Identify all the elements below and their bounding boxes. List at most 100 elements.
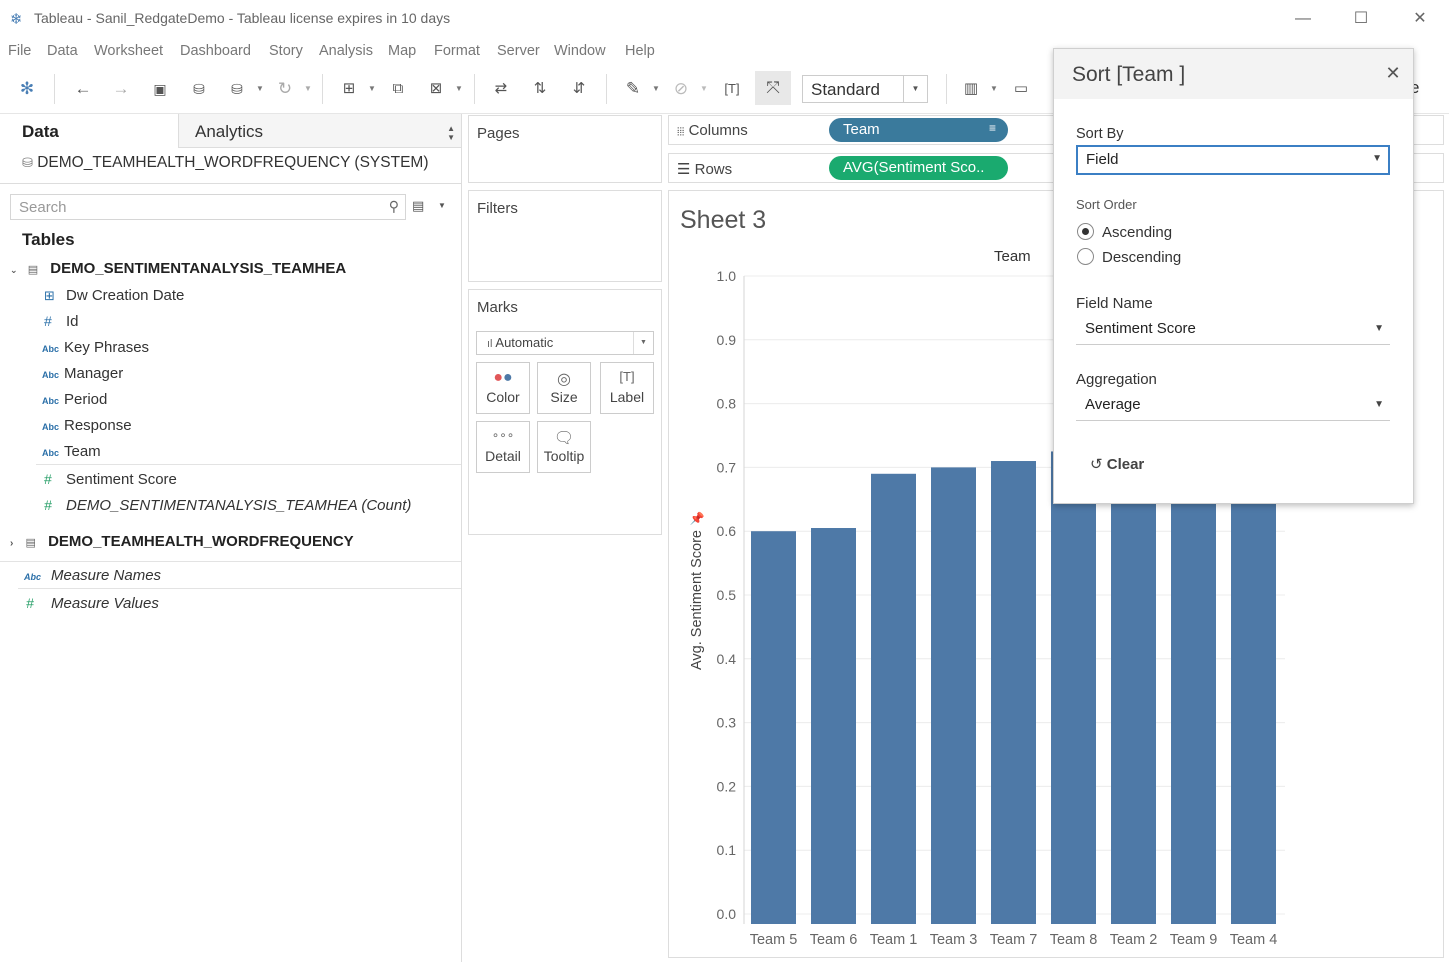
duplicate-sheet-icon[interactable]: ⧉: [385, 76, 411, 102]
save-icon[interactable]: ▣: [147, 76, 173, 102]
field-item[interactable]: Abc Period: [42, 391, 107, 408]
field-item[interactable]: ⊞ Dw Creation Date: [44, 287, 184, 304]
tableau-home-icon[interactable]: ✻: [14, 76, 40, 102]
chevron-down-icon[interactable]: ▼: [256, 76, 264, 102]
bar[interactable]: [1171, 435, 1216, 925]
chevron-down-icon[interactable]: ▼: [455, 76, 463, 102]
group-members-icon[interactable]: ⊘: [668, 76, 694, 102]
rows-icon: ☰: [677, 161, 691, 178]
field-name-select[interactable]: Sentiment Score ▼: [1076, 315, 1390, 345]
descending-label[interactable]: Descending: [1102, 249, 1181, 266]
presentation-mode-icon[interactable]: ▭: [1008, 76, 1034, 102]
label-button[interactable]: [T] Label: [600, 362, 654, 414]
menu-window[interactable]: Window: [554, 43, 606, 59]
x-tick-label[interactable]: Team 8: [1050, 932, 1098, 948]
new-worksheet-icon[interactable]: ⊞: [336, 76, 362, 102]
ascending-radio[interactable]: [1077, 223, 1094, 240]
bar[interactable]: [991, 461, 1036, 924]
search-input[interactable]: Search ⚲: [10, 194, 406, 220]
field-item[interactable]: # Sentiment Score: [44, 471, 177, 488]
bar[interactable]: [931, 467, 976, 924]
menu-map[interactable]: Map: [388, 43, 416, 59]
redo-icon[interactable]: →: [108, 76, 134, 102]
menu-file[interactable]: File: [8, 43, 31, 59]
menu-help[interactable]: Help: [625, 43, 655, 59]
field-item[interactable]: Abc Response: [42, 417, 132, 434]
datasource-item[interactable]: ⛁ DEMO_TEAMHEALTH_WORDFREQUENCY (SYSTEM): [22, 154, 429, 172]
chevron-down-icon[interactable]: ▼: [652, 76, 660, 102]
menu-data[interactable]: Data: [47, 43, 78, 59]
close-window-button[interactable]: ✕: [1405, 6, 1435, 32]
ascending-label[interactable]: Ascending: [1102, 224, 1172, 241]
menu-story[interactable]: Story: [269, 43, 303, 59]
menu-analysis[interactable]: Analysis: [319, 43, 373, 59]
toolbar-separator: [946, 74, 947, 104]
string-icon: Abc: [42, 422, 60, 432]
show-cards-icon[interactable]: ▥: [958, 76, 984, 102]
minimize-button[interactable]: —: [1288, 6, 1318, 32]
fix-axes-icon[interactable]: ⤧: [755, 71, 791, 105]
menu-dashboard[interactable]: Dashboard: [180, 43, 251, 59]
undo-icon[interactable]: ←: [70, 76, 96, 102]
field-item[interactable]: # DEMO_SENTIMENTANALYSIS_TEAMHEA (Count): [44, 497, 411, 514]
menu-server[interactable]: Server: [497, 43, 540, 59]
maximize-button[interactable]: ☐: [1346, 6, 1376, 32]
chevron-down-icon[interactable]: ▼: [368, 76, 376, 102]
x-tick-label[interactable]: Team 1: [870, 932, 918, 948]
x-tick-label[interactable]: Team 6: [810, 932, 858, 948]
table-item[interactable]: ⌄ ▤ DEMO_SENTIMENTANALYSIS_TEAMHEA: [10, 260, 346, 277]
chevron-down-icon[interactable]: ▼: [700, 76, 708, 102]
pause-updates-icon[interactable]: ⛁: [224, 76, 250, 102]
mark-type-select[interactable]: ıl Automatic ▼: [476, 331, 654, 355]
clear-button[interactable]: ↺ Clear: [1090, 455, 1144, 473]
sort-by-select[interactable]: Field ▼: [1076, 145, 1390, 175]
tab-data[interactable]: Data: [0, 114, 178, 148]
show-mark-labels-icon[interactable]: [T]: [719, 76, 745, 102]
clear-sheet-icon[interactable]: ⊠: [423, 76, 449, 102]
field-item[interactable]: # Id: [44, 313, 79, 330]
highlight-icon[interactable]: ✎: [620, 76, 646, 102]
bar[interactable]: [871, 473, 916, 924]
bar[interactable]: [751, 531, 796, 924]
table-item[interactable]: › ▤ DEMO_TEAMHEALTH_WORDFREQUENCY: [10, 533, 354, 550]
field-item[interactable]: Abc Manager: [42, 365, 123, 382]
field-item[interactable]: Abc Measure Names: [24, 567, 161, 584]
x-tick-label[interactable]: Team 4: [1230, 932, 1278, 948]
refresh-icon[interactable]: ↻: [272, 76, 298, 102]
x-tick-label[interactable]: Team 3: [930, 932, 978, 948]
descending-radio[interactable]: [1077, 248, 1094, 265]
chevron-down-icon[interactable]: ▼: [990, 76, 998, 102]
close-icon[interactable]: ✕: [1383, 63, 1403, 84]
tab-analytics[interactable]: Analytics ▲ ▼: [178, 114, 461, 148]
x-tick-label[interactable]: Team 2: [1110, 932, 1158, 948]
sort-descending-icon[interactable]: ⇵: [566, 76, 592, 102]
view-list-icon[interactable]: ▤: [412, 198, 424, 214]
team-pill[interactable]: Team ≡: [829, 118, 1008, 142]
y-tick-label: 0.8: [717, 396, 737, 412]
field-item[interactable]: Abc Key Phrases: [42, 339, 149, 356]
tooltip-button[interactable]: 🗨 Tooltip: [537, 421, 591, 473]
bar[interactable]: [1111, 441, 1156, 924]
x-tick-label[interactable]: Team 9: [1170, 932, 1218, 948]
x-tick-label[interactable]: Team 5: [750, 932, 798, 948]
sentiment-pill[interactable]: AVG(Sentiment Sco..: [829, 156, 1008, 180]
sort-ascending-icon[interactable]: ⇅: [527, 76, 553, 102]
chevron-down-icon[interactable]: ▼: [304, 76, 312, 102]
aggregation-select[interactable]: Average ▼: [1076, 391, 1390, 421]
menu-format[interactable]: Format: [434, 43, 480, 59]
new-datasource-icon[interactable]: ⛁: [186, 76, 212, 102]
size-button[interactable]: ◎ Size: [537, 362, 591, 414]
bar[interactable]: [1051, 451, 1096, 924]
menu-worksheet[interactable]: Worksheet: [94, 43, 163, 59]
color-button[interactable]: ●● Color: [476, 362, 530, 414]
fit-select[interactable]: Standard ▼: [802, 75, 928, 103]
chevron-down-icon[interactable]: ▼: [438, 201, 446, 210]
pages-card[interactable]: Pages: [468, 115, 662, 183]
detail-button[interactable]: ∘∘∘ Detail: [476, 421, 530, 473]
field-item[interactable]: # Measure Values: [26, 595, 159, 612]
field-item[interactable]: Abc Team: [42, 443, 101, 460]
x-tick-label[interactable]: Team 7: [990, 932, 1038, 948]
filters-card[interactable]: Filters: [468, 190, 662, 282]
swap-rows-columns-icon[interactable]: ⇄: [488, 76, 514, 102]
bar[interactable]: [811, 528, 856, 924]
